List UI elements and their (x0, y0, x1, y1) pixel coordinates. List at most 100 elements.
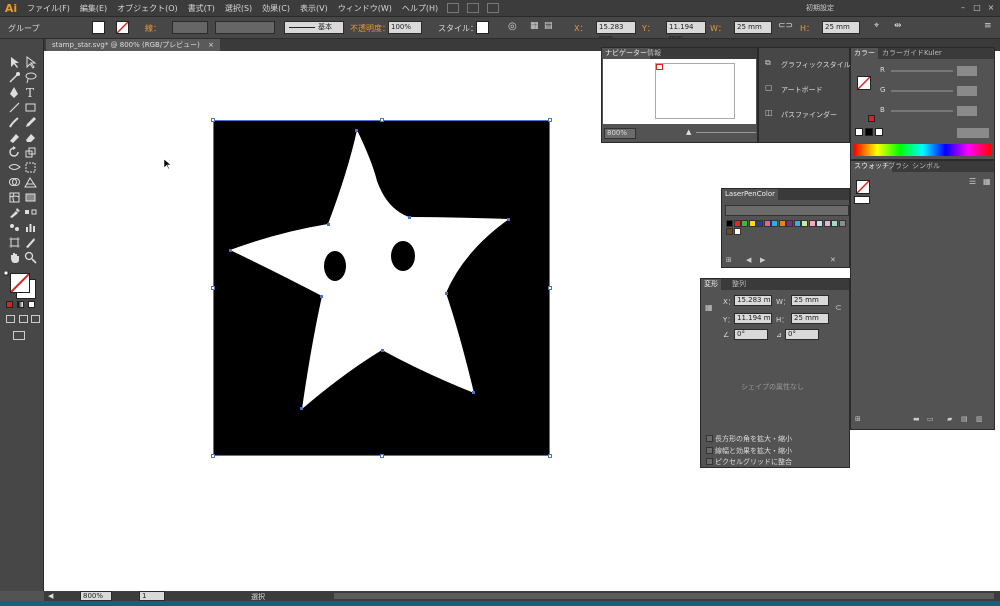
menu-view[interactable]: 表示(V) (295, 3, 333, 14)
star-shape[interactable] (230, 130, 509, 409)
selection-tool-icon[interactable] (8, 56, 21, 69)
bridge-icon[interactable] (447, 3, 460, 13)
swatch-library-icon[interactable]: ⊞ (855, 415, 861, 423)
graphic-styles-icon[interactable]: ⧉ (765, 58, 771, 68)
workspace-switcher[interactable]: 初期設定 (806, 3, 834, 13)
stroke-weight-field[interactable] (172, 21, 208, 34)
scale-corners-checkbox[interactable] (706, 435, 713, 442)
draw-normal-icon[interactable] (6, 315, 15, 323)
transform-x-field[interactable]: 15.283 mm (734, 295, 772, 306)
graphic-styles-label[interactable]: グラフィックスタイル (781, 60, 851, 70)
previous-library-icon[interactable]: ◀ (746, 256, 751, 264)
laserpen-swatch[interactable] (838, 220, 846, 227)
next-library-icon[interactable]: ▶ (760, 256, 765, 264)
laserpen-swatch[interactable] (741, 220, 748, 227)
out-of-gamut-swatch[interactable] (868, 115, 875, 122)
handle-top-right[interactable] (548, 118, 552, 122)
prev-artboard-icon[interactable]: ◀ (48, 592, 53, 600)
handle-bottom-right[interactable] (548, 454, 552, 458)
draw-behind-icon[interactable] (19, 315, 28, 323)
gradient-tool-icon[interactable] (24, 191, 37, 204)
black-swatch[interactable] (865, 128, 873, 136)
laserpen-swatch[interactable] (733, 220, 741, 227)
swatch-options-icon[interactable]: ▭ (927, 415, 934, 423)
maximize-button[interactable]: □ (972, 3, 982, 12)
hex-field[interactable] (957, 128, 989, 138)
menu-type[interactable]: 書式(T) (183, 3, 220, 14)
navigator-view-box[interactable] (656, 64, 663, 70)
zoom-tool-icon[interactable] (24, 251, 37, 264)
gpu-performance-icon[interactable] (487, 3, 500, 13)
navigator-zoom-slider[interactable] (696, 132, 756, 133)
eraser-tool-icon[interactable] (24, 131, 37, 144)
laserpen-swatch[interactable] (786, 220, 793, 227)
tab-symbols[interactable]: シンボル (909, 161, 943, 172)
free-transform-tool-icon[interactable] (24, 161, 37, 174)
transform-w-field[interactable]: 25 mm (791, 295, 829, 306)
rotate-tool-icon[interactable] (8, 146, 21, 159)
close-button[interactable]: × (986, 3, 996, 12)
menu-edit[interactable]: 編集(E) (75, 3, 112, 14)
laserpen-swatch[interactable] (793, 220, 801, 227)
laserpen-swatch[interactable] (733, 228, 741, 235)
tab-info[interactable]: 情報 (644, 48, 664, 59)
w-field[interactable]: 25 mm (734, 21, 772, 34)
minimize-button[interactable]: – (958, 3, 968, 12)
artboard-tool-icon[interactable] (8, 236, 21, 249)
thumbnail-view-icon[interactable]: ▦ (983, 177, 991, 186)
slice-tool-icon[interactable] (24, 236, 37, 249)
opacity-field[interactable]: 100% (388, 21, 422, 34)
link-proportions-icon[interactable]: ⊂⊃ (778, 21, 793, 31)
transform-y-field[interactable]: 11.194 mm (734, 313, 772, 324)
align-icon[interactable]: ▦ (530, 21, 539, 31)
x-field[interactable]: 15.283 mm (596, 21, 636, 42)
blend-tool-icon[interactable] (24, 206, 37, 219)
channel-g-slider[interactable] (891, 90, 953, 92)
tab-color[interactable]: カラー (851, 48, 878, 59)
document-tab[interactable]: stamp_star.svg* @ 800% (RGB/プレビュー) × (46, 39, 221, 51)
panel-menu-icon[interactable]: ≡ (984, 21, 992, 31)
color-fill-swatch[interactable] (857, 76, 871, 90)
menu-window[interactable]: ウィンドウ(W) (333, 3, 397, 14)
artwork-background[interactable] (213, 120, 550, 456)
menu-select[interactable]: 選択(S) (220, 3, 257, 14)
laserpen-swatch[interactable] (756, 220, 763, 227)
delete-swatch-icon[interactable]: ▥ (976, 415, 983, 423)
menu-object[interactable]: オブジェクト(O) (112, 3, 183, 14)
fill-color-box[interactable] (10, 273, 30, 293)
artboards-label[interactable]: アートボード (781, 85, 823, 95)
rectangle-tool-icon[interactable] (24, 101, 37, 114)
swatch-search-field[interactable] (725, 205, 849, 216)
tab-align[interactable]: 整列 (729, 279, 749, 290)
color-spectrum[interactable] (854, 144, 991, 156)
channel-b-slider[interactable] (891, 110, 953, 112)
gradient-mode-icon[interactable] (17, 301, 24, 308)
star-artwork[interactable] (214, 121, 549, 455)
stroke-swatch[interactable] (116, 21, 129, 34)
recolor-artwork-icon[interactable]: ◎ (508, 21, 517, 32)
handle-top-left[interactable] (211, 118, 215, 122)
scale-tool-icon[interactable] (24, 146, 37, 159)
direct-selection-tool-icon[interactable] (24, 56, 37, 69)
reference-point-icon[interactable]: ▦ (705, 303, 713, 312)
laserpen-swatch[interactable] (816, 220, 823, 227)
shear-field[interactable]: 0° (785, 329, 819, 340)
horizontal-scrollbar[interactable] (334, 593, 994, 599)
line-tool-icon[interactable] (8, 101, 21, 114)
magic-wand-tool-icon[interactable] (8, 71, 21, 84)
artboards-icon[interactable]: ▢ (765, 83, 773, 92)
menu-file[interactable]: ファイル(F) (22, 3, 75, 14)
none-mode-icon[interactable] (28, 301, 35, 308)
pathfinder-icon[interactable]: ◫ (765, 108, 773, 117)
type-tool-icon[interactable]: T (24, 86, 37, 99)
handle-bottom-left[interactable] (211, 454, 215, 458)
laserpen-swatch[interactable] (801, 220, 808, 227)
graphic-style-swatch[interactable] (476, 21, 489, 34)
laserpen-swatch[interactable] (823, 220, 831, 227)
width-tool-icon[interactable] (8, 161, 21, 174)
unlink-icon[interactable]: ✕ (830, 256, 836, 264)
navigator-zoom-field[interactable]: 800% (604, 128, 636, 139)
new-folder-icon[interactable]: ▰ (947, 415, 952, 423)
scale-strokes-checkbox[interactable] (706, 447, 713, 454)
tab-kuler[interactable]: Kuler (921, 48, 945, 59)
